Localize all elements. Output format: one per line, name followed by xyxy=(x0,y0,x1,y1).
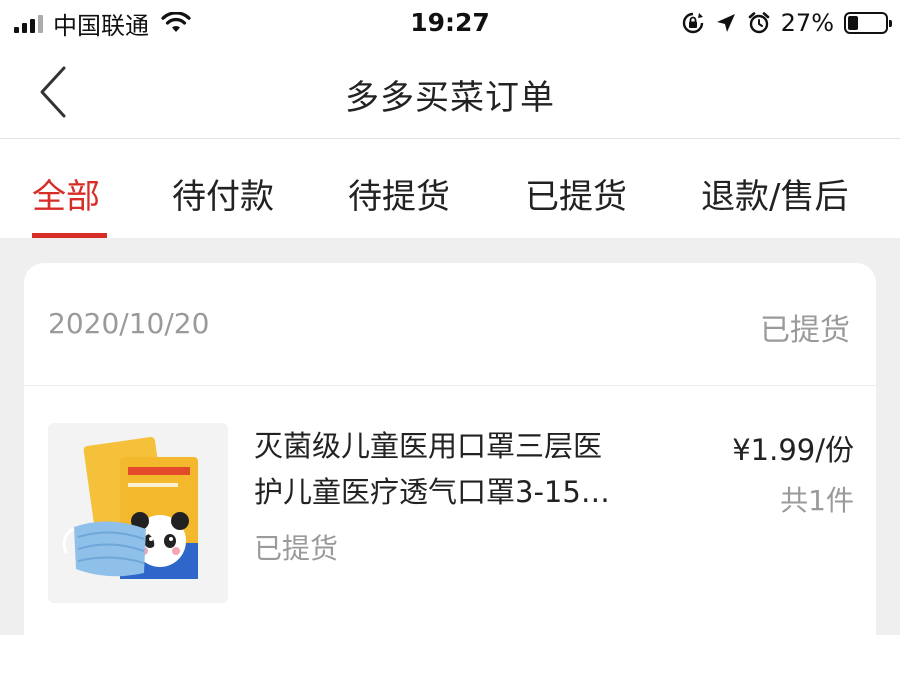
product-state: 已提货 xyxy=(254,532,339,565)
product-row[interactable]: 灭菌级儿童医用口罩三层医 护儿童医疗透气口罩3-15… 已提货 ¥1.99/份 … xyxy=(48,423,854,603)
battery-percent: 27% xyxy=(780,9,834,37)
battery-icon xyxy=(844,12,892,34)
order-status: 已提货 xyxy=(760,313,850,348)
order-date: 2020/10/20 xyxy=(48,307,210,340)
tab-pending-payment[interactable]: 待付款 xyxy=(172,169,274,218)
tab-picked-up[interactable]: 已提货 xyxy=(525,169,627,218)
nav-bar: 多多买菜订单 xyxy=(0,46,900,139)
battery-level xyxy=(848,16,858,30)
tab-all[interactable]: 全部 xyxy=(32,169,100,218)
order-card[interactable]: 2020/10/20 已提货 灭菌级儿童医用口罩三层医 护儿童医疗透气口罩3-1… xyxy=(24,263,876,683)
mask-product-image xyxy=(62,437,198,579)
product-price: ¥1.99/份 xyxy=(732,433,854,467)
tab-refund-aftersale[interactable]: 退款/售后 xyxy=(701,169,848,218)
order-list: 2020/10/20 已提货 灭菌级儿童医用口罩三层医 护儿童医疗透气口罩3-1… xyxy=(0,238,900,683)
alarm-icon xyxy=(748,12,769,34)
product-title[interactable]: 灭菌级儿童医用口罩三层医 护儿童医疗透气口罩3-15… xyxy=(254,423,674,515)
orientation-lock-icon xyxy=(682,12,703,34)
tab-pending-pickup[interactable]: 待提货 xyxy=(348,169,450,218)
status-right: 27% xyxy=(681,8,892,38)
product-quantity: 共1件 xyxy=(780,484,854,517)
product-title-line1: 灭菌级儿童医用口罩三层医 xyxy=(254,429,603,463)
product-image[interactable] xyxy=(48,423,228,603)
status-bar: 中国联通 19:27 27% xyxy=(0,0,900,46)
order-tabs: 全部 待付款 待提货 已提货 退款/售后 xyxy=(0,139,900,238)
page-title: 多多买菜订单 xyxy=(345,78,555,118)
location-arrow-icon xyxy=(716,14,735,32)
order-header: 2020/10/20 已提货 xyxy=(24,263,876,386)
product-title-line2: 护儿童医疗透气口罩3-15… xyxy=(254,475,610,509)
